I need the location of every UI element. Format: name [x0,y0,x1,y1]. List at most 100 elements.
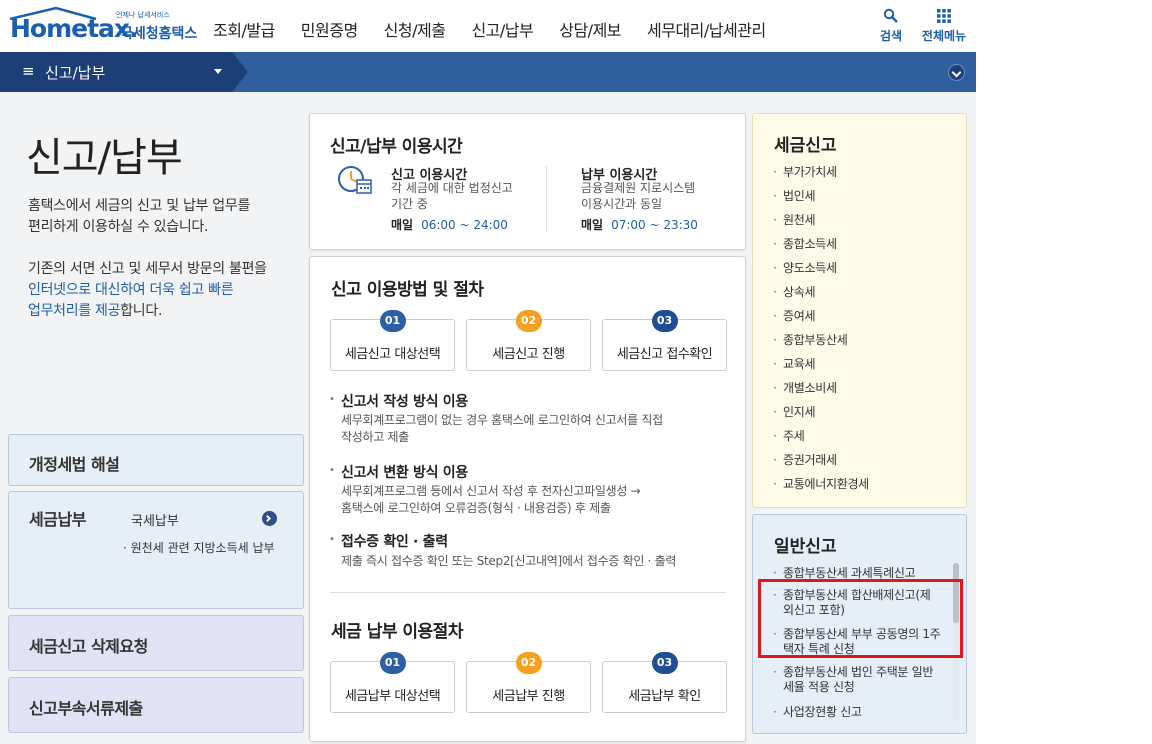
item-label: 주세 [783,429,805,443]
step-label: 세금신고 진행 [492,347,565,362]
tax-report-box: 세금신고 · 부가가치세 · 법인세 · 원천세 · 종합소득세 · 양도소득세 · 상속세… [752,113,967,508]
search-button[interactable]: 검색 [876,8,906,44]
item-label: 사업장현황 신고 [783,705,862,719]
item-label: 법인세 [783,189,816,203]
tax-report-item[interactable]: · 상속세 [773,283,816,300]
logo-subtitle: 국세청홈택스 [120,26,198,42]
tax-payment-title: 세금납부 [29,510,86,529]
attachments-box[interactable]: 신고부속서류제출 [8,677,304,733]
gnb-application[interactable]: 신청/제출 [384,17,446,41]
report-step-1-button[interactable]: 01 세금신고 대상선택 [330,310,455,371]
general-report-item[interactable]: · 종합부동산세 법인 주택분 일반 세율 적용 신청 [773,665,933,695]
item-label: 증여세 [783,309,816,323]
general-report-title: 일반신고 [774,537,837,557]
procedure-title: 신고 이용방법 및 절차 [331,280,484,300]
daily-label: 매일 [391,218,414,232]
general-report-item[interactable]: · 사업장현황 신고 [773,703,862,720]
tax-report-item[interactable]: · 증여세 [773,307,816,324]
bullet-icon: • [329,394,335,405]
tax-report-item[interactable]: · 교통에너지환경세 [773,475,869,492]
usage-hours-box: 신고/납부 이용시간 신고 이용시간 각 세금에 대한 법정신고 기간 중 매일… [309,113,746,250]
tax-report-item[interactable]: · 원천세 [773,211,816,228]
delete-request-title: 세금신고 삭제요청 [29,637,148,656]
step-number-badge: 01 [379,310,406,332]
gnb-consult[interactable]: 상담/제보 [559,17,621,41]
delete-request-box[interactable]: 세금신고 삭제요청 [8,615,304,671]
bullet-icon: • [329,534,335,545]
intro-line: 홈택스에서 세금의 신고 및 납부 업무를 [28,198,251,214]
item-label: 종합소득세 [783,237,837,251]
daily-label: 매일 [581,218,604,232]
tax-report-item[interactable]: · 인지세 [773,403,816,420]
tax-report-item[interactable]: · 종합소득세 [773,235,837,252]
step-number-badge: 03 [651,652,678,674]
local-income-tax-payment-link[interactable]: · 원천세 관련 지방소득세 납부 [123,539,275,556]
site-header: 언제나 납세서비스 Hometax. 국세청홈택스 조회/발급 민원증명 신청/… [0,0,976,52]
payment-step-2-button[interactable]: 02 세금납부 진행 [466,652,591,713]
usage-hours-title: 신고/납부 이용시간 [330,137,463,157]
step-label: 세금납부 진행 [492,689,565,704]
chevron-down-circle-icon[interactable] [948,64,965,81]
pay-hours-desc: 금융결제원 지로시스템 [581,181,696,195]
tax-report-item[interactable]: · 증권거래세 [773,451,837,468]
search-label: 검색 [879,29,903,43]
global-nav: 조회/발급 민원증명 신청/제출 신고/납부 상담/제보 세무대리/납세관리 [213,17,792,41]
intro-line: 기존의 서면 신고 및 세무서 방문의 불편을 [28,261,267,277]
item-label: 교통에너지환경세 [783,477,869,491]
tax-report-item[interactable]: · 법인세 [773,187,816,204]
gnb-inquiry[interactable]: 조회/발급 [213,17,275,41]
gnb-certificate[interactable]: 민원증명 [301,17,358,41]
gnb-report-payment[interactable]: 신고/납부 [471,17,533,41]
gnb-tax-agent[interactable]: 세무대리/납세관리 [647,17,766,41]
item-label: 교육세 [783,357,816,371]
step-label: 세금신고 대상선택 [344,347,441,362]
item-label: 양도소득세 [783,261,837,275]
report-hours-desc: 각 세금에 대한 법정신고 [391,181,513,195]
tax-payment-box: 세금납부 국세납부 · 원천세 관련 지방소득세 납부 [8,491,304,609]
logo-wordmark: Hometax. [10,14,139,43]
step-number-badge: 02 [515,652,542,674]
intro-line: 업무처리를 제공합니다. [28,301,267,322]
item-label: 종합부동산세 법인 주택분 일반 [783,665,934,679]
arrow-right-circle-icon[interactable] [262,511,277,526]
caret-down-icon [214,69,222,74]
tax-report-item[interactable]: · 양도소득세 [773,259,837,276]
method-desc: 세무회계프로그램 등에서 신고서 작성 후 전자신고파일생성 → [341,484,641,498]
tax-report-item[interactable]: · 교육세 [773,355,816,372]
hometax-logo[interactable]: 언제나 납세서비스 Hometax. 국세청홈택스 [8,2,198,48]
location-dropdown[interactable]: ≡ 신고/납부 [0,52,248,92]
payment-step-1-button[interactable]: 01 세금납부 대상선택 [330,652,455,713]
location-bar: ≡ 신고/납부 [0,52,976,92]
step-number-badge: 03 [651,310,678,332]
attachments-title: 신고부속서류제출 [29,699,143,718]
tax-report-item[interactable]: · 개별소비세 [773,379,837,396]
step-number-badge: 01 [379,652,406,674]
step-label: 세금납부 대상선택 [344,689,441,704]
pay-hours-time: 매일 07:00 ~ 23:30 [581,216,698,233]
item-label: 상속세 [783,285,816,299]
all-menu-button[interactable]: 전체메뉴 [918,8,970,44]
pay-time-range: 07:00 ~ 23:30 [611,218,698,232]
intro-line: 편리하게 이용하실 수 있습니다. [28,219,209,235]
payment-step-3-button[interactable]: 03 세금납부 확인 [602,652,727,713]
report-step-3-button[interactable]: 03 세금신고 접수확인 [602,310,727,371]
national-tax-payment-link[interactable]: 국세납부 [131,510,179,529]
search-icon [883,8,898,23]
report-time-range: 06:00 ~ 24:00 [421,218,508,232]
divider [330,592,726,593]
method-desc: 세무회계프로그램이 없는 경우 홈택스에 로그인하여 신고서를 직접 [341,413,663,427]
pay-hours-desc: 이용시간과 동일 [581,197,663,211]
method-head: 접수증 확인 · 출력 [341,534,448,550]
tax-report-item[interactable]: · 주세 [773,427,805,444]
step-number-badge: 02 [515,310,542,332]
page-intro: 홈택스에서 세금의 신고 및 납부 업무를 편리하게 이용하실 수 있습니다. [28,196,250,238]
report-step-2-button[interactable]: 02 세금신고 진행 [466,310,591,371]
tax-law-box[interactable]: 개정세법 해설 [8,434,304,486]
local-income-tax-label: 원천세 관련 지방소득세 납부 [130,541,275,555]
clock-calendar-icon [338,166,372,194]
item-label: 개별소비세 [783,381,837,395]
highlight-annotation-box [758,579,963,658]
page-intro-2: 기존의 서면 신고 및 세무서 방문의 불편을 인터넷으로 대신하여 더욱 쉽고… [28,259,267,322]
tax-report-item[interactable]: · 부가가치세 [773,163,837,180]
tax-report-item[interactable]: · 종합부동산세 [773,331,848,348]
